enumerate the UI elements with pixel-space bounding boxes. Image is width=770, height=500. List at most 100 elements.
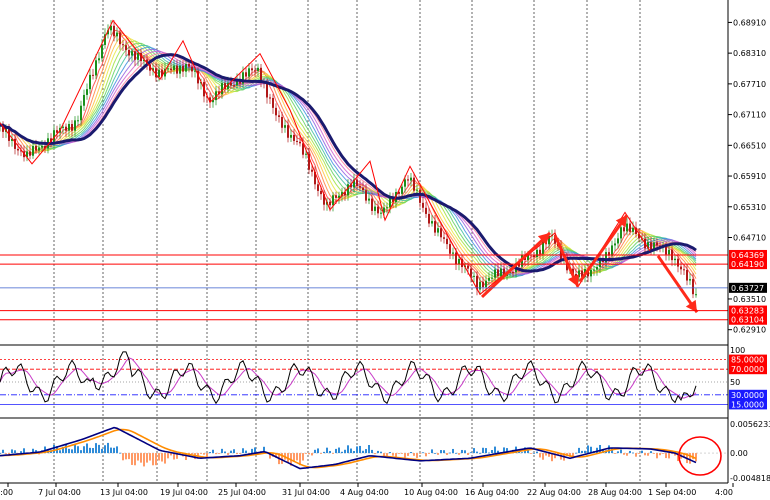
time-tick-label: 04:00 [0,488,13,497]
macd-hist-bar [209,451,211,454]
macd-hist-bar [224,451,226,454]
price-tick-label: 0.67710 [733,80,766,89]
macd-hist-bar [206,453,208,457]
macd-hist-bar [545,453,547,456]
candle-body [623,227,625,232]
macd-hist-bar [641,450,643,454]
candle-body [680,266,682,270]
candle-body [458,259,460,265]
macd-hist-bar [614,453,616,454]
macd-hist-bar [215,453,217,455]
candle-body [68,124,70,131]
macd-hist-bar [329,450,331,454]
macd-hist-bar [317,448,319,454]
candle-body [401,186,403,194]
macd-hist-bar [488,452,490,454]
macd-hist-bar [158,453,160,461]
candle-body [278,115,280,117]
macd-hist-bar [392,453,394,456]
candle-body [125,45,127,50]
candle-body [683,269,685,271]
macd-hist-bar [368,445,370,454]
candle-body [500,268,502,277]
macd-hist-bar [608,445,610,454]
macd-hist-bar [425,453,427,457]
candle-body [611,245,613,256]
level-badge-text: 0.63283 [731,307,764,316]
candle-body [176,65,178,74]
macd-hist-bar [650,451,652,454]
macd-hist-bar [68,448,70,454]
macd-hist-bar [302,453,304,461]
candle-body [131,51,133,56]
macd-hist-bar [659,453,661,456]
macd-hist-bar [341,451,343,454]
time-tick-label: 28 Aug 04:00 [588,488,642,497]
candle-body [170,68,172,71]
candle-body [467,265,469,269]
candle-body [437,228,439,233]
candle-body [89,74,91,90]
macd-hist-bar [305,453,307,454]
macd-hist-bar [458,453,460,455]
candle-body [335,195,337,198]
candle-body [407,179,409,181]
candle-body [410,177,412,181]
candle-body [122,44,124,46]
macd-hist-bar [140,453,142,463]
candle-body [329,201,331,206]
price-tick-label: 0.68310 [733,49,766,58]
candle-body [449,244,451,254]
macd-hist-bar [350,448,352,454]
candle-body [260,67,262,82]
macd-hist-bar [434,452,436,454]
macd-hist-bar [335,448,337,454]
macd-hist-bar [77,446,79,454]
rsi-level-badge-text: 70.0000 [731,365,764,374]
candle-body [533,255,535,258]
candle-body [365,190,367,201]
macd-hist-bar [461,449,463,454]
macd-hist-bar [236,453,238,455]
macd-hist-bar [239,453,241,454]
macd-hist-bar [494,446,496,454]
candle-body [440,228,442,238]
level-badge-text: 0.63104 [731,316,764,325]
candle-body [404,179,406,187]
candle-body [173,65,175,71]
macd-hist-bar [428,453,430,454]
candle-body [626,223,628,232]
candle-body [674,258,676,261]
macd-hist-bar [203,453,205,455]
macd-hist-bar [311,453,313,456]
macd-hist-bar [575,452,577,454]
candle-body [185,64,187,72]
time-tick-label: 22 Aug 04:00 [527,488,581,497]
candle-body [368,198,370,201]
candle-body [488,277,490,281]
candle-body [632,227,634,232]
macd-hist-bar [644,453,646,456]
candle-body [317,184,319,191]
level-badge-text: 0.64369 [731,251,764,260]
macd-hist-bar [452,448,454,454]
macd-hist-bar [422,452,424,454]
macd-hist-bar [410,452,412,454]
candle-body [359,186,361,188]
rsi-level-badge-text: 30.0000 [731,391,764,400]
candle-body [86,89,88,95]
price-tick-label: 0.62910 [733,326,766,335]
macd-hist-bar [407,453,409,456]
candle-body [116,32,118,37]
candle-body [650,242,652,250]
level-badges: 0.643690.64190 0.632830.63104 0.63727 [729,249,767,325]
macd-hist-bar [530,453,532,454]
macd-hist-bar [164,453,166,464]
candle-body [254,70,256,72]
trading-chart[interactable]: 0.68910 0.68310 0.67710 0.67110 0.66510 0.659… [0,0,770,500]
candle-body [629,223,631,232]
macd-hist-bar [296,453,298,461]
candle-body [134,51,136,60]
macd-hist-bar [92,448,94,454]
candle-body [245,72,247,77]
